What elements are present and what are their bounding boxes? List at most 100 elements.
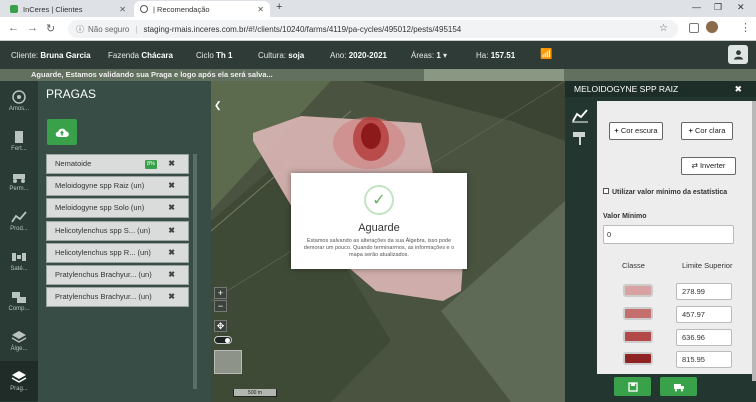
profile-avatar[interactable] xyxy=(706,21,718,33)
rail-item-comparativo[interactable]: Comp... xyxy=(0,281,38,321)
rail-item-algebra[interactable]: Álge... xyxy=(0,321,38,361)
browser-tab-clientes[interactable]: InCeres | Clientes ✕ xyxy=(4,1,132,17)
praga-label: Helicotylenchus spp S... (un) xyxy=(55,225,151,235)
class-color-swatch[interactable] xyxy=(623,307,653,320)
collapse-panel-icon[interactable]: ❮ xyxy=(214,100,222,111)
remove-icon[interactable]: ✖ xyxy=(168,199,175,217)
user-button[interactable] xyxy=(728,45,748,64)
truck-icon xyxy=(673,383,684,391)
tab-label: | Recomendação xyxy=(153,4,210,14)
saving-modal: ✓ Aguarde Estamos salvando as alterações… xyxy=(291,173,467,269)
extension-icon[interactable] xyxy=(689,23,699,33)
rail-item-amostras[interactable]: Amos... xyxy=(0,81,38,121)
limit-input[interactable]: 278.99 xyxy=(676,283,732,300)
use-min-label: Utilizar valor mínimo da estatística xyxy=(612,189,728,196)
browser-tabstrip: InCeres | Clientes ✕ | Recomendação ✕ + … xyxy=(0,0,756,17)
restore-icon[interactable]: ❐ xyxy=(714,2,722,13)
percent-badge: 8% xyxy=(145,160,157,169)
minimize-icon[interactable]: — xyxy=(692,2,701,12)
menu-kebab-icon[interactable]: ⋮ xyxy=(740,21,751,34)
bookmark-star-icon[interactable]: ☆ xyxy=(659,23,668,34)
reload-icon[interactable]: ↻ xyxy=(46,22,55,35)
swap-icon: ⇄ xyxy=(691,161,698,170)
cor-clara-button[interactable]: + Cor clara xyxy=(681,122,733,140)
class-color-swatch[interactable] xyxy=(623,330,653,343)
move-arrows-icon[interactable]: ✥ xyxy=(214,320,227,332)
forward-icon[interactable]: → xyxy=(27,22,38,34)
rail-item-fertilidade[interactable]: Fert... xyxy=(0,121,38,161)
back-icon[interactable]: ← xyxy=(8,22,19,34)
upload-praga-button[interactable] xyxy=(47,119,77,145)
rail-item-permanente[interactable]: Perm... xyxy=(0,161,38,201)
praga-label: Meloidogyne spp Raiz (un) xyxy=(55,181,145,191)
close-tab-icon[interactable]: ✕ xyxy=(119,5,126,14)
cultura-field[interactable]: Cultura: soja xyxy=(258,51,304,60)
inverter-button[interactable]: ⇄ Inverter xyxy=(681,157,736,175)
browser-tab-recomendacao[interactable]: | Recomendação ✕ xyxy=(134,1,270,17)
ano-field[interactable]: Ano: 2020-2021 xyxy=(330,51,387,60)
cultura-value: soja xyxy=(288,51,305,60)
rail-item-pragas[interactable]: Prag... xyxy=(0,361,38,401)
praga-label: Pratylenchus Brachyur... (un) xyxy=(55,292,152,302)
valor-minimo-input[interactable]: 0 xyxy=(603,225,734,244)
new-tab-button[interactable]: + xyxy=(276,1,282,13)
limit-input[interactable]: 457.97 xyxy=(676,306,732,323)
paint-roller-icon[interactable] xyxy=(571,131,589,147)
address-bar[interactable]: ⓘ Não seguro | staging-rmais.inceres.com… xyxy=(68,20,678,38)
url-text: staging-rmais.inceres.com.br/#!/clients/… xyxy=(143,24,462,34)
tab-label: InCeres | Clientes xyxy=(23,4,83,14)
remove-icon[interactable]: ✖ xyxy=(168,266,175,284)
rail-item-satelite[interactable]: Saté... xyxy=(0,241,38,281)
remove-icon[interactable]: ✖ xyxy=(168,177,175,195)
praga-label: Nematoide xyxy=(55,159,92,168)
close-tab-icon[interactable]: ✕ xyxy=(257,5,264,14)
remove-icon[interactable]: ✖ xyxy=(168,155,175,173)
rail-label: Perm... xyxy=(9,186,29,192)
layer-toggle[interactable] xyxy=(214,336,232,344)
list-item[interactable]: Pratylenchus Brachyur... (un) ✖ xyxy=(46,287,189,308)
fazenda-field[interactable]: Fazenda Chácara xyxy=(108,51,173,60)
limit-input[interactable]: 815.95 xyxy=(676,351,732,368)
layers-icon xyxy=(11,331,27,343)
app-header: Cliente: Bruna Garcia Fazenda Chácara Ci… xyxy=(0,41,756,69)
class-color-swatch[interactable] xyxy=(623,352,653,365)
layers-button[interactable] xyxy=(660,377,697,396)
panel-scrollbar[interactable] xyxy=(752,101,756,381)
list-item[interactable]: Pratylenchus Brachyur... (un) ✖ xyxy=(46,264,189,285)
use-min-checkbox-row[interactable]: Utilizar valor mínimo da estatística xyxy=(603,188,727,196)
cor-escura-button[interactable]: + Cor escura xyxy=(609,122,663,140)
info-icon[interactable]: ⓘ xyxy=(76,24,84,35)
ciclo-label: Ciclo xyxy=(196,51,214,60)
chart-line-icon[interactable] xyxy=(571,107,589,123)
valor-minimo-label: Valor Mínimo xyxy=(603,213,647,220)
limit-input[interactable]: 636.96 xyxy=(676,329,732,346)
list-item[interactable]: Helicotylenchus spp R... (un) ✖ xyxy=(46,242,189,263)
list-item[interactable]: Meloidogyne spp Raiz (un) ✖ xyxy=(46,176,189,197)
zoom-in-button[interactable]: + xyxy=(214,287,227,299)
checkbox[interactable] xyxy=(603,188,609,194)
rail-item-produtividade[interactable]: Prod... xyxy=(0,201,38,241)
rail-label: Saté... xyxy=(10,266,28,272)
compare-icon xyxy=(12,292,26,303)
ciclo-field[interactable]: Ciclo Th 1 xyxy=(196,51,232,60)
panel-title: MELOIDOGYNE SPP RAIZ xyxy=(565,81,756,97)
chevron-down-icon: ▾ xyxy=(443,51,448,60)
list-item[interactable]: Meloidogyne spp Solo (un) ✖ xyxy=(46,198,189,219)
cloud-upload-icon xyxy=(55,128,69,137)
list-item[interactable]: Nematoide 8% ✖ xyxy=(46,154,189,174)
areas-field[interactable]: Áreas: 1 ▾ xyxy=(411,51,447,60)
basemap-thumbnail[interactable] xyxy=(214,350,242,374)
zoom-out-button[interactable]: − xyxy=(214,300,227,312)
save-button[interactable] xyxy=(614,377,651,396)
progress-bar xyxy=(424,69,564,81)
close-icon[interactable]: ✖ xyxy=(734,84,742,95)
panel-scrollbar[interactable] xyxy=(193,154,197,389)
cor-escura-label: Cor escura xyxy=(620,126,658,135)
remove-icon[interactable]: ✖ xyxy=(168,288,175,306)
remove-icon[interactable]: ✖ xyxy=(168,222,175,240)
style-panel: MELOIDOGYNE SPP RAIZ ✖ + Cor escura + Co… xyxy=(565,81,756,402)
close-window-icon[interactable]: ✕ xyxy=(737,2,745,13)
remove-icon[interactable]: ✖ xyxy=(168,244,175,262)
list-item[interactable]: Helicotylenchus spp S... (un) ✖ xyxy=(46,220,189,241)
class-color-swatch[interactable] xyxy=(623,284,653,297)
